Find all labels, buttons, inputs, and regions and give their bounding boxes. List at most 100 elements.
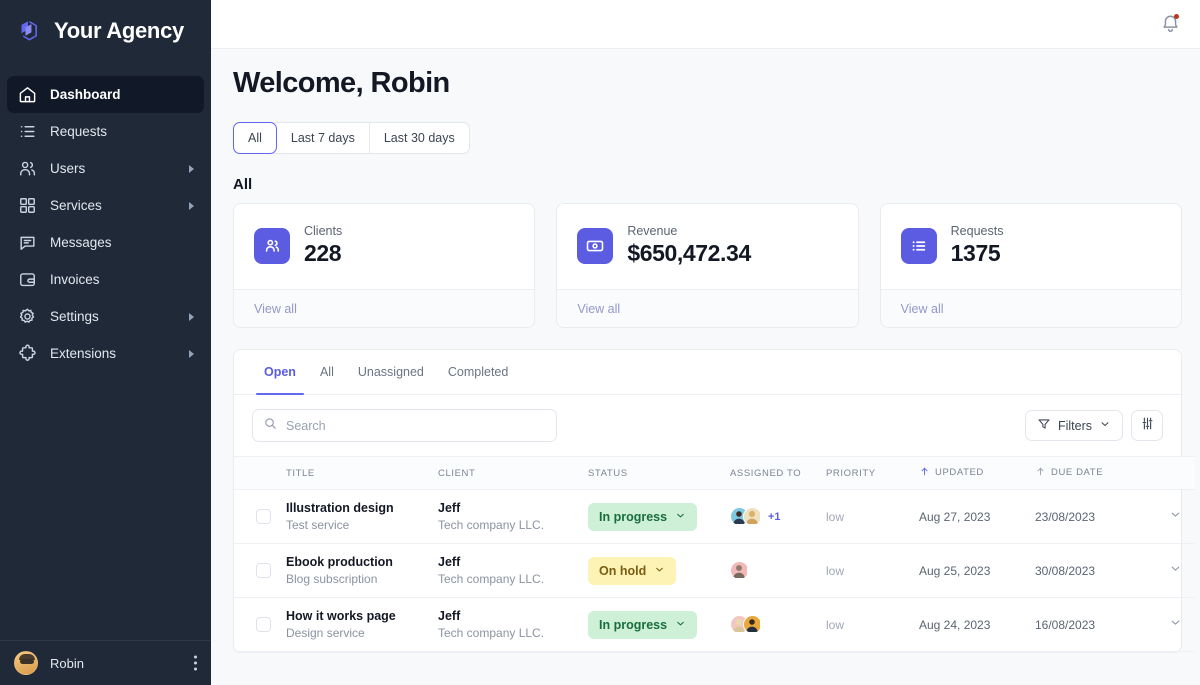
brand[interactable]: Your Agency (0, 0, 211, 62)
range-filter: All Last 7 days Last 30 days (233, 122, 470, 154)
stat-card-footer: View all (234, 289, 535, 327)
requests-tabs: Open All Unassigned Completed (234, 350, 1181, 395)
assignee-avatars[interactable] (730, 561, 826, 580)
stat-card-footer: View all (557, 289, 858, 327)
page-title: Welcome, Robin (233, 67, 450, 99)
search-icon (263, 416, 278, 436)
stat-card-revenue: Revenue $650,472.34 View all (556, 203, 859, 328)
chat-icon (17, 233, 37, 253)
sidebar-item-label: Settings (50, 309, 99, 324)
stat-card-requests: Requests 1375 View all (879, 203, 1182, 328)
page-content: Welcome, Robin All Last 7 days Last 30 d… (211, 49, 1200, 685)
row-client: Jeff (438, 555, 461, 569)
funnel-icon (1037, 417, 1051, 434)
stats-section-title: All (233, 176, 253, 193)
row-checkbox-cell (234, 543, 286, 598)
range-option-all[interactable]: All (233, 122, 277, 154)
sidebar-item-extensions[interactable]: Extensions (7, 335, 204, 372)
range-option-last-7-days[interactable]: Last 7 days (276, 123, 370, 153)
grid-icon (17, 196, 37, 216)
column-status[interactable]: STATUS (588, 456, 730, 490)
status-label: On hold (599, 563, 647, 578)
row-checkbox[interactable] (256, 563, 271, 578)
stat-card-body: Clients 228 (234, 204, 534, 289)
tab-open[interactable]: Open (252, 350, 308, 395)
status-badge[interactable]: In progress (588, 610, 698, 639)
row-priority: low (826, 489, 919, 544)
money-icon (577, 227, 614, 264)
column-updated[interactable]: UPDATED (919, 456, 1035, 490)
row-assigned-cell (730, 543, 826, 598)
sidebar-item-messages[interactable]: Messages (7, 224, 204, 261)
status-badge[interactable]: In progress (588, 502, 698, 531)
main-area: Welcome, Robin All Last 7 days Last 30 d… (211, 0, 1200, 685)
row-title-cell: Ebook production Blog subscription (286, 543, 438, 598)
gear-icon (17, 307, 37, 327)
chevron-down-icon (675, 618, 686, 632)
range-option-last-30-days[interactable]: Last 30 days (369, 123, 469, 153)
column-priority[interactable]: PRIORITY (826, 456, 919, 490)
clients-icon (254, 227, 290, 264)
row-status-cell: On hold (588, 543, 730, 598)
row-updated: Aug 25, 2023 (919, 543, 1035, 598)
bell-icon[interactable] (1160, 13, 1182, 35)
assignee-avatars[interactable]: +1 (730, 507, 826, 526)
sidebar-item-label: Invoices (50, 272, 100, 287)
column-due-date[interactable]: DUE DATE (1035, 456, 1155, 490)
search-box[interactable] (252, 409, 557, 442)
avatar (730, 561, 749, 580)
view-all-link[interactable]: View all (901, 302, 944, 316)
stat-card-label: Requests (950, 224, 1004, 238)
sidebar-item-invoices[interactable]: Invoices (7, 261, 204, 298)
sidebar-item-dashboard[interactable]: Dashboard (7, 76, 204, 113)
table-row[interactable]: How it works page Design service Jeff Te… (234, 597, 1195, 652)
sidebar-item-settings[interactable]: Settings (7, 298, 204, 335)
view-all-link[interactable]: View all (577, 302, 620, 316)
filters-label: Filters (1057, 418, 1092, 433)
row-client-cell: Jeff Tech company LLC. (438, 489, 588, 544)
sidebar-user-footer[interactable]: Robin (0, 640, 211, 685)
column-assigned-to[interactable]: ASSIGNED TO (730, 456, 826, 490)
filters-button[interactable]: Filters (1024, 410, 1123, 441)
columns-settings-button[interactable] (1131, 410, 1163, 441)
row-client-cell: Jeff Tech company LLC. (438, 597, 588, 652)
row-expand-button[interactable] (1155, 489, 1195, 544)
sidebar-item-users[interactable]: Users (7, 150, 204, 187)
table-row[interactable]: Ebook production Blog subscription Jeff … (234, 543, 1195, 598)
sidebar-item-services[interactable]: Services (7, 187, 204, 224)
notification-dot (1174, 14, 1179, 19)
column-client[interactable]: CLIENT (438, 456, 588, 490)
requests-icon (900, 227, 937, 264)
row-expand-button[interactable] (1155, 597, 1195, 652)
requests-table: TITLE CLIENT STATUS ASSIGNED TO PRIORITY… (234, 456, 1195, 652)
kebab-menu-icon[interactable] (194, 655, 197, 671)
row-expand-button[interactable] (1155, 543, 1195, 598)
sliders-icon (1140, 416, 1155, 436)
row-checkbox-cell (234, 489, 286, 544)
tab-completed[interactable]: Completed (436, 350, 520, 394)
table-row[interactable]: Illustration design Test service Jeff Te… (234, 489, 1195, 544)
table-header-row: TITLE CLIENT STATUS ASSIGNED TO PRIORITY… (234, 456, 1195, 490)
stat-card-body: Revenue $650,472.34 (557, 204, 857, 289)
sidebar-item-label: Services (50, 198, 102, 213)
column-expand (1155, 456, 1195, 490)
sidebar-item-requests[interactable]: Requests (7, 113, 204, 150)
status-badge[interactable]: On hold (588, 556, 677, 585)
row-checkbox[interactable] (256, 509, 271, 524)
view-all-link[interactable]: View all (254, 302, 297, 316)
row-checkbox[interactable] (256, 617, 271, 632)
stat-card-body: Requests 1375 (881, 204, 1181, 289)
stat-cards: Clients 228 View all Revenue $650,472.34… (233, 203, 1182, 328)
brand-name: Your Agency (54, 18, 184, 43)
tab-unassigned[interactable]: Unassigned (346, 350, 436, 394)
row-title-cell: How it works page Design service (286, 597, 438, 652)
assignee-avatars[interactable] (730, 615, 826, 634)
sidebar: Your Agency Dashboard Requests Users Ser… (0, 0, 211, 685)
chevron-down-icon (1099, 418, 1111, 433)
tab-all[interactable]: All (308, 350, 346, 394)
column-title[interactable]: TITLE (286, 456, 438, 490)
row-priority: low (826, 543, 919, 598)
topbar (211, 0, 1200, 49)
search-input[interactable] (286, 418, 556, 433)
row-status-cell: In progress (588, 489, 730, 544)
